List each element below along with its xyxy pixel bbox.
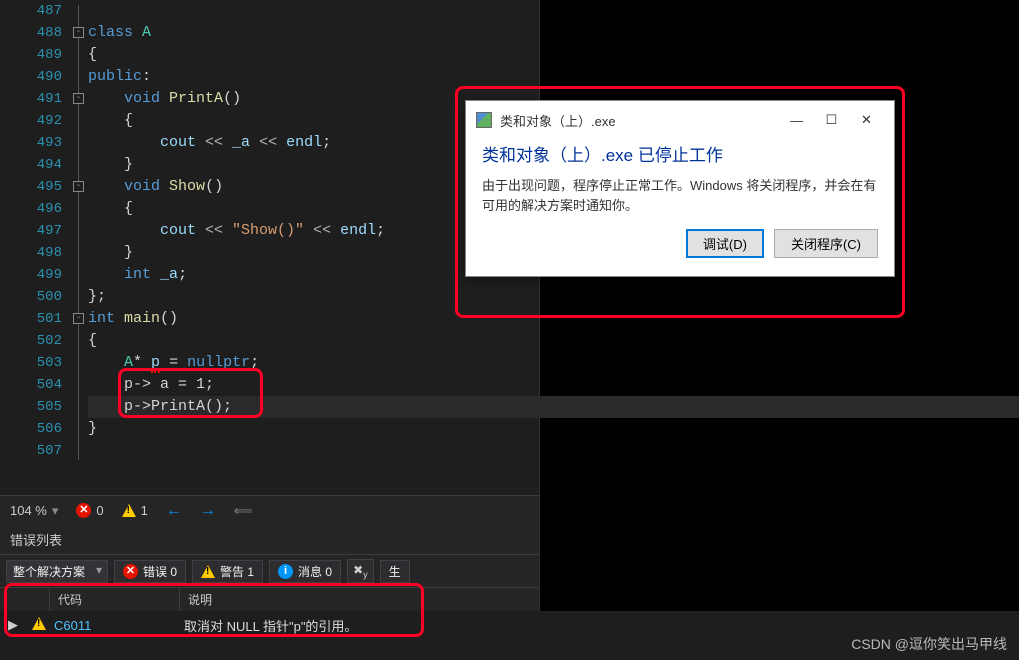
build-filter-button[interactable]: ✖y [347,559,374,583]
nav-limit-icon: ⟸ [234,503,253,519]
scope-dropdown[interactable]: 整个解决方案 [6,560,108,583]
nav-forward-icon[interactable]: → [200,502,216,520]
dialog-heading: 类和对象（上）.exe 已停止工作 [482,141,878,166]
warning-count[interactable]: 1 [122,503,148,518]
fold-toggle-icon[interactable]: - [73,313,84,324]
fold-toggle-icon[interactable]: - [73,93,84,104]
watermark: CSDN @逗你笑出马甲线 [851,634,1007,654]
error-description: 取消对 NULL 指针"p"的引用。 [176,616,1019,635]
warning-icon [32,617,46,630]
error-icon: ✕ [123,564,138,579]
errors-filter-button[interactable]: ✕错误 0 [114,560,186,583]
warnings-filter-button[interactable]: 警告 1 [192,560,263,583]
line-gutter: 487488489 490491492 493494495 496497498 … [0,0,70,495]
close-program-button[interactable]: 关闭程序(C) [774,229,878,258]
maximize-button[interactable]: ☐ [814,109,849,131]
build-intellisense-button[interactable]: 生 [380,560,410,583]
dialog-title-text: 类和对象（上）.exe [500,111,771,130]
fold-toggle-icon[interactable]: - [73,181,84,192]
error-icon: ✕ [76,503,91,518]
zoom-level[interactable]: 104 % ▾ [10,503,58,519]
column-code[interactable]: 代码 [50,588,180,611]
messages-filter-button[interactable]: i消息 0 [269,560,341,583]
error-code: C6011 [46,618,176,633]
fold-toggle-icon[interactable]: - [73,27,84,38]
fold-column[interactable]: - - - - [70,0,88,495]
warning-icon [122,504,136,517]
app-exe-icon [476,112,492,128]
warning-icon [201,565,215,578]
nav-back-icon[interactable]: ← [166,502,182,520]
error-count[interactable]: ✕0 [76,503,103,518]
info-icon: i [278,564,293,579]
crash-dialog: 类和对象（上）.exe — ☐ ✕ 类和对象（上）.exe 已停止工作 由于出现… [465,100,895,277]
debug-button[interactable]: 调试(D) [686,229,764,258]
close-button[interactable]: ✕ [849,109,884,131]
dialog-body: 由于出现问题，程序停止正常工作。Windows 将关闭程序，并会在有可用的解决方… [482,176,878,215]
minimize-button[interactable]: — [779,109,814,131]
